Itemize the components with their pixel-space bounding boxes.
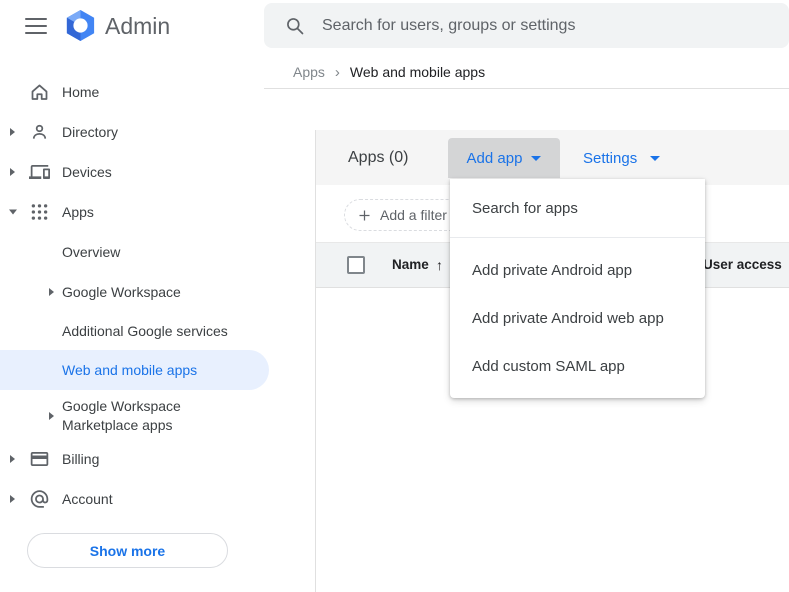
column-header-name[interactable]: Name bbox=[392, 243, 429, 287]
search-icon bbox=[285, 16, 305, 36]
admin-console: Admin Search for users, groups or settin… bbox=[0, 0, 789, 592]
menu-item-search-for-apps[interactable]: Search for apps bbox=[450, 179, 705, 237]
search-placeholder: Search for users, groups or settings bbox=[322, 16, 576, 34]
expand-arrow-icon bbox=[10, 455, 15, 463]
expand-arrow-icon bbox=[49, 412, 54, 420]
expand-arrow-icon bbox=[10, 128, 15, 136]
sidebar-item-gw-marketplace-apps[interactable]: Google Workspace Marketplace apps bbox=[0, 393, 269, 439]
devices-icon bbox=[29, 162, 50, 183]
menu-group: Add private Android app Add private Andr… bbox=[450, 238, 705, 398]
sidebar-item-web-and-mobile-apps[interactable]: Web and mobile apps bbox=[0, 350, 269, 390]
breadcrumb-apps-link[interactable]: Apps bbox=[293, 64, 325, 80]
at-sign-icon bbox=[29, 489, 50, 510]
app-title: Admin bbox=[105, 13, 171, 39]
show-more-button[interactable]: Show more bbox=[27, 533, 228, 568]
select-all-checkbox[interactable] bbox=[347, 256, 365, 274]
breadcrumb-current: Web and mobile apps bbox=[349, 64, 486, 80]
expand-arrow-icon bbox=[49, 288, 54, 296]
add-app-menu: Search for apps Add private Android app … bbox=[450, 179, 705, 398]
sidebar-item-devices[interactable]: Devices bbox=[0, 152, 269, 192]
menu-item-add-private-android-app[interactable]: Add private Android app bbox=[450, 246, 705, 294]
menu-item-add-private-android-web-app[interactable]: Add private Android web app bbox=[450, 294, 705, 342]
breadcrumb: Apps › Web and mobile apps bbox=[293, 61, 485, 83]
sidebar-item-additional-google-services[interactable]: Additional Google services bbox=[0, 311, 269, 351]
person-icon bbox=[29, 122, 50, 143]
add-app-button[interactable]: Add app bbox=[448, 138, 560, 178]
settings-button[interactable]: Settings bbox=[583, 138, 661, 178]
sidebar-item-directory[interactable]: Directory bbox=[0, 112, 269, 152]
apps-toolbar: Apps (0) Add app Settings bbox=[316, 130, 789, 185]
expand-arrow-icon bbox=[10, 495, 15, 503]
dropdown-caret-icon bbox=[650, 155, 661, 161]
sidebar-item-billing[interactable]: Billing bbox=[0, 439, 269, 479]
apps-grid-icon bbox=[29, 202, 50, 223]
menu-icon[interactable] bbox=[25, 18, 47, 34]
chevron-right-icon: › bbox=[334, 63, 340, 81]
sidebar-item-home[interactable]: Home bbox=[0, 72, 269, 112]
expand-arrow-icon bbox=[10, 168, 15, 176]
collapse-arrow-icon bbox=[9, 209, 17, 215]
global-search-input[interactable]: Search for users, groups or settings bbox=[264, 3, 789, 48]
sidebar-item-overview[interactable]: Overview bbox=[0, 232, 269, 272]
column-header-user-access: User access bbox=[703, 257, 782, 272]
plus-icon bbox=[357, 208, 372, 223]
sidebar-item-google-workspace[interactable]: Google Workspace bbox=[0, 272, 269, 312]
content-divider bbox=[315, 130, 316, 592]
home-icon bbox=[29, 82, 50, 103]
sidebar-item-account[interactable]: Account bbox=[0, 479, 269, 519]
sort-ascending-icon[interactable]: ↑ bbox=[436, 243, 443, 287]
menu-item-add-custom-saml-app[interactable]: Add custom SAML app bbox=[450, 342, 705, 390]
credit-card-icon bbox=[29, 449, 50, 470]
sidebar-item-apps[interactable]: Apps bbox=[0, 192, 269, 232]
dropdown-caret-icon bbox=[531, 155, 542, 161]
apps-count-title: Apps (0) bbox=[348, 149, 409, 166]
header-divider bbox=[264, 88, 789, 89]
admin-logo-icon bbox=[63, 8, 98, 43]
